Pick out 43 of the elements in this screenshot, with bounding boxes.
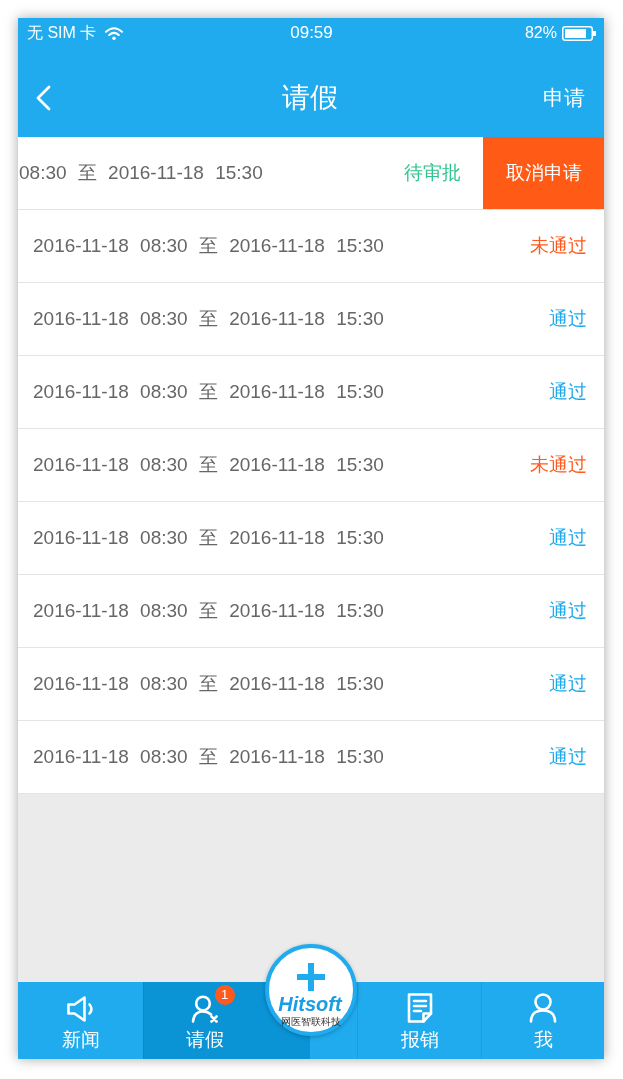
document-icon [406,993,433,1023]
leave-record-row[interactable]: 08:30 至 2016-11-18 15:30 待审批 取消申请 [18,137,604,210]
approval-status: 待审批 [404,161,461,185]
approval-status: 通过 [549,526,587,550]
leave-period: 2016-11-18 08:30 至 2016-11-18 15:30 [33,745,385,769]
approval-status: 通过 [549,307,587,331]
cancel-request-button[interactable]: 取消申请 [483,137,604,209]
approval-status: 通过 [549,380,587,404]
approval-status: 通过 [549,599,587,623]
approval-status: 未通过 [530,453,587,477]
leave-record-row[interactable]: 2016-11-18 08:30 至 2016-11-18 15:30 通过 [18,283,604,356]
carrier-label: 无 SIM 卡 [27,22,97,43]
leave-period: 2016-11-18 08:30 至 2016-11-18 15:30 [33,526,385,550]
leave-period: 2016-11-18 08:30 至 2016-11-18 15:30 [33,672,385,696]
leave-record-row[interactable]: 2016-11-18 08:30 至 2016-11-18 15:30 通过 [18,575,604,648]
approval-status: 未通过 [530,234,587,258]
person-icon [529,993,557,1023]
person-remove-icon [190,995,219,1023]
plus-icon [297,963,325,991]
tab-button[interactable]: 1 请假 [143,982,265,1059]
page-title: 请假 [282,81,338,115]
leave-record-row[interactable]: 2016-11-18 08:30 至 2016-11-18 15:30 通过 [18,648,604,721]
wifi-icon [105,26,124,40]
notification-badge: 1 [214,985,235,1005]
approval-status: 通过 [549,745,587,769]
leave-record-row[interactable]: 2016-11-18 08:30 至 2016-11-18 15:30 未通过 [18,429,604,502]
battery-icon [562,25,596,41]
leave-period: 2016-11-18 08:30 至 2016-11-18 15:30 [33,234,385,258]
logo-text: Hitsoft [278,993,344,1015]
leave-period: 2016-11-18 08:30 至 2016-11-18 15:30 [33,380,385,404]
leave-record-row[interactable]: 2016-11-18 08:30 至 2016-11-18 15:30 通过 [18,502,604,575]
leave-record-row[interactable]: 2016-11-18 08:30 至 2016-11-18 15:30 通过 [18,356,604,429]
speaker-icon [65,995,96,1023]
leave-period: 08:30 至 2016-11-18 15:30 [19,161,264,185]
back-icon[interactable] [35,85,51,111]
battery-percent: 82% [524,24,557,42]
leave-record-row[interactable]: 2016-11-18 08:30 至 2016-11-18 15:30 通过 [18,721,604,794]
approval-status: 通过 [549,672,587,696]
leave-period: 2016-11-18 08:30 至 2016-11-18 15:30 [33,599,385,623]
leave-record-row[interactable]: 2016-11-18 08:30 至 2016-11-18 15:30 未通过 [18,210,604,283]
leave-period: 2016-11-18 08:30 至 2016-11-18 15:30 [33,453,385,477]
clock-time: 09:59 [290,23,333,43]
leave-period: 2016-11-18 08:30 至 2016-11-18 15:30 [33,307,385,331]
